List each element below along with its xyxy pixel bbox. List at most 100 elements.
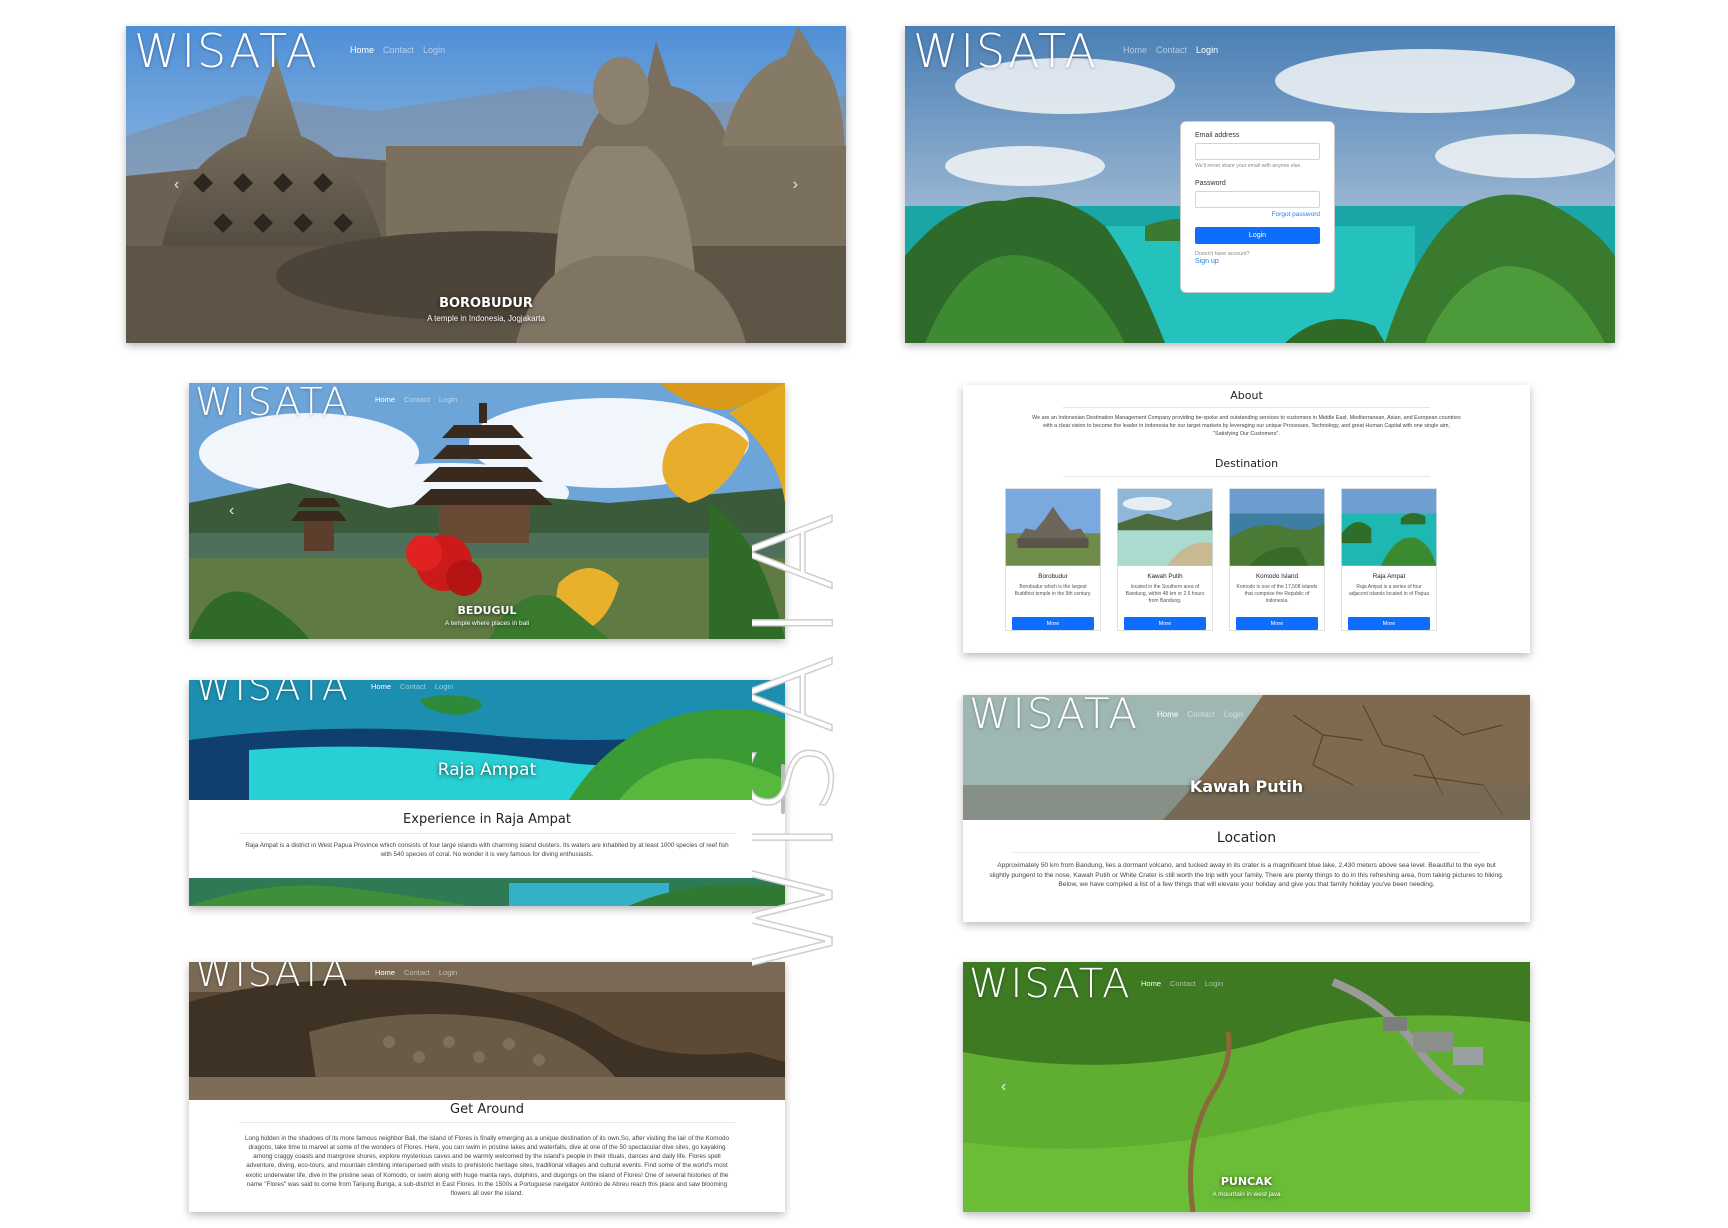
nav-login[interactable]: Login — [439, 968, 457, 977]
nav-contact[interactable]: Contact — [404, 395, 430, 404]
komodo-panel: WISATA Home Contact Login Get Around Lon… — [189, 962, 785, 1212]
card-description: Raja Ampat is a series of four adjacent … — [1348, 583, 1430, 597]
card-title: Raja Ampat — [1372, 572, 1406, 580]
more-button[interactable]: More — [1236, 617, 1318, 630]
about-title: About — [1230, 389, 1263, 402]
destination-card: Borobudur Borobudur which is the largest… — [1005, 488, 1101, 631]
nav-login[interactable]: Login — [1224, 710, 1244, 719]
brand-logo[interactable]: WISATA — [969, 964, 1131, 1004]
more-button[interactable]: More — [1012, 617, 1094, 630]
vertical-brand-watermark: WISATA — [752, 506, 852, 975]
nav-home[interactable]: Home — [1157, 710, 1178, 719]
nav-login[interactable]: Login — [1196, 45, 1218, 55]
bedugul-panel: WISATA Home Contact Login ‹ BEDUGUL A te… — [189, 383, 785, 639]
signup-link[interactable]: Sign up — [1195, 258, 1320, 265]
raja-ampat-text: Raja Ampat is a district in West Papua P… — [245, 842, 729, 859]
brand-logo[interactable]: WISATA — [195, 383, 350, 421]
raja-ampat-heading: Experience in Raja Ampat — [403, 812, 571, 827]
top-nav: Home Contact Login — [350, 45, 445, 55]
puncak-panel: WISATA Home Contact Login ‹ PUNCAK A mou… — [963, 962, 1530, 1212]
nav-home[interactable]: Home — [1123, 45, 1147, 55]
carousel-prev-icon[interactable]: ‹ — [1001, 1078, 1006, 1096]
carousel-prev-icon[interactable]: ‹ — [229, 502, 234, 520]
destination-card: Raja Ampat Raja Ampat is a series of fou… — [1341, 488, 1437, 631]
nav-home[interactable]: Home — [1141, 979, 1161, 988]
nav-home[interactable]: Home — [350, 45, 374, 55]
hero-caption: BEDUGUL A temple where places in bali — [189, 604, 785, 627]
no-account-text: Doesn't have account? — [1195, 251, 1250, 257]
about-text: We are an Indonesian Destination Managem… — [1032, 415, 1461, 437]
hero-caption: BOROBUDUR A temple in Indonesia, Jogjaka… — [126, 296, 846, 323]
nav-login[interactable]: Login — [423, 45, 445, 55]
card-image — [1117, 489, 1213, 566]
card-description: located in the Southern area of Bandung,… — [1125, 583, 1205, 605]
destination-title: Destination — [1214, 457, 1279, 470]
email-help-text: We'll never share your email with anyone… — [1195, 163, 1302, 169]
about-panel: About We are an Indonesian Destination M… — [963, 385, 1530, 653]
more-button[interactable]: More — [1124, 617, 1206, 630]
email-field[interactable] — [1195, 143, 1320, 160]
nav-login[interactable]: Login — [439, 395, 457, 404]
nav-home[interactable]: Home — [375, 395, 395, 404]
get-around-text: Long hidden in the shadows of its more f… — [244, 1135, 730, 1197]
raja-ampat-panel: WISATA Home Contact Login Raja Ampat Exp… — [189, 680, 785, 906]
hero-caption-subtitle: A temple where places in bali — [444, 620, 530, 627]
raja-ampat-gallery-image — [189, 878, 785, 906]
more-button[interactable]: More — [1348, 617, 1430, 630]
top-nav: Home Contact Login — [1157, 710, 1244, 719]
nav-home[interactable]: Home — [375, 968, 395, 977]
location-divider — [1013, 852, 1480, 853]
top-nav: Home Contact Login — [375, 968, 457, 977]
get-around-heading: Get Around — [450, 1102, 524, 1117]
email-label: Email address — [1195, 132, 1240, 139]
destination-divider — [1063, 476, 1430, 477]
hero-caption: Raja Ampat — [189, 760, 785, 780]
hero-caption: PUNCAK A mountain in west java — [963, 1175, 1530, 1198]
hero-caption-title: PUNCAK — [1220, 1175, 1273, 1188]
card-title: Kawah Putih — [1147, 572, 1183, 580]
borobudur-panel: WISATA Home Contact Login ‹ › BOROBUDUR … — [126, 26, 846, 343]
location-heading: Location — [1216, 830, 1277, 846]
top-nav: Home Contact Login — [371, 682, 453, 691]
nav-contact[interactable]: Contact — [404, 968, 430, 977]
brand-logo[interactable]: WISATA — [913, 28, 1098, 74]
login-form: Email address We'll never share your ema… — [1180, 121, 1335, 293]
login-button[interactable]: Login — [1195, 227, 1320, 244]
login-panel: WISATA Home Contact Login Email address … — [905, 26, 1615, 343]
nav-home[interactable]: Home — [371, 682, 391, 691]
brand-logo[interactable]: WISATA — [969, 695, 1139, 735]
password-field[interactable] — [1195, 191, 1320, 208]
nav-login[interactable]: Login — [1205, 979, 1223, 988]
card-title: Borobudur — [1038, 572, 1068, 580]
nav-contact[interactable]: Contact — [400, 682, 426, 691]
about-divider — [1063, 407, 1430, 408]
raja-ampat-divider — [239, 833, 735, 834]
forgot-password-link[interactable]: Forgot password — [1195, 211, 1320, 218]
nav-contact[interactable]: Contact — [1187, 710, 1215, 719]
brand-logo[interactable]: WISATA — [195, 962, 350, 992]
hero-caption-subtitle: A temple in Indonesia, Jogjakarta — [427, 314, 545, 323]
nav-contact[interactable]: Contact — [383, 45, 414, 55]
top-nav: Home Contact Login — [375, 395, 457, 404]
top-nav: Home Contact Login — [1123, 45, 1218, 55]
get-around-divider — [239, 1122, 735, 1123]
card-description: Komodo is one of the 17,508 islands that… — [1236, 583, 1318, 605]
card-image — [1005, 489, 1101, 566]
hero-caption-title: BEDUGUL — [457, 604, 517, 617]
nav-contact[interactable]: Contact — [1156, 45, 1187, 55]
destination-card: Komodo Island Komodo is one of the 17,50… — [1229, 488, 1325, 631]
nav-contact[interactable]: Contact — [1170, 979, 1196, 988]
card-title: Komodo Island — [1255, 572, 1298, 580]
brand-logo[interactable]: WISATA — [195, 680, 350, 706]
brand-logo[interactable]: WISATA — [134, 28, 319, 74]
destination-cards: Borobudur Borobudur which is the largest… — [1005, 488, 1437, 631]
card-image — [1229, 489, 1325, 566]
carousel-next-icon[interactable]: › — [793, 176, 798, 194]
hero-caption-subtitle: A mountain in west java — [1212, 1191, 1281, 1198]
nav-login[interactable]: Login — [435, 682, 453, 691]
vertical-brand-text: WISATA — [752, 507, 852, 975]
hero-title: Kawah Putih — [1189, 777, 1304, 796]
destination-card: Kawah Putih located in the Southern area… — [1117, 488, 1213, 631]
hero-caption-title: BOROBUDUR — [439, 296, 533, 311]
carousel-prev-icon[interactable]: ‹ — [174, 176, 179, 194]
